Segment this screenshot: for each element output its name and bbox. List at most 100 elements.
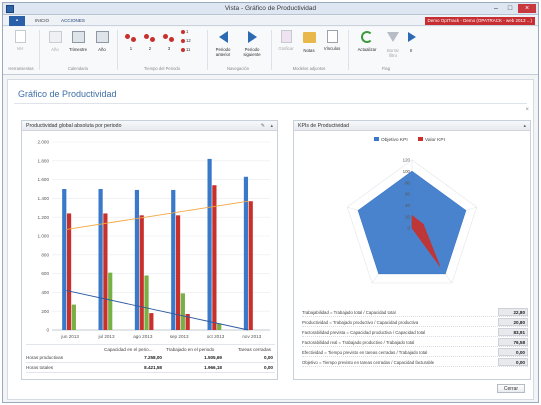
table-cell: 1.505,69	[204, 355, 222, 360]
pin-badges[interactable]: 1 12 11	[181, 29, 197, 58]
ano-label: Año	[98, 47, 106, 52]
x-tick-label: jul 2013	[97, 334, 115, 339]
bar	[243, 176, 249, 330]
notas-button[interactable]: Notas	[300, 30, 318, 53]
page-divider	[14, 103, 527, 104]
borrar-filtro-button[interactable]: Borrar filtro	[383, 30, 403, 58]
actualizar-button[interactable]: Actualizar	[353, 30, 381, 52]
notes-icon	[302, 32, 316, 46]
kpi-row: Efectividad = Tiempo previsto en tareas …	[302, 348, 528, 357]
close-button[interactable]: ×	[518, 4, 536, 13]
bar	[207, 158, 212, 330]
period-3-label: 3	[167, 46, 171, 51]
period-2-button[interactable]: 2	[142, 30, 158, 51]
ano-button[interactable]: Año	[94, 30, 110, 52]
table-header: Trabajado en el periodo	[166, 347, 215, 352]
pin-icon	[181, 39, 185, 43]
kpi-label: Efectividad = Tiempo previsto en tareas …	[302, 350, 428, 355]
document-icon	[13, 30, 27, 44]
table-cell: 7.258,00	[144, 355, 162, 360]
user-badge: Demo OptTrack - Demo (OPATRACK - web 201…	[424, 17, 535, 25]
y-tick-label: 1.800	[38, 158, 50, 163]
group-label-flag: Flag	[381, 66, 391, 71]
legend-swatch	[374, 137, 379, 141]
filter-icon	[386, 32, 400, 46]
panel-title: Productividad global absoluta por period…	[22, 121, 277, 131]
pin-icon	[143, 30, 157, 44]
actualizar-label: Actualizar	[357, 47, 377, 52]
page-close-icon[interactable]: ×	[525, 107, 529, 113]
kpi-row: Trabajabilidad = Trabajado total / Capac…	[302, 308, 528, 317]
trendline	[66, 200, 249, 230]
y-tick-label: 1.000	[38, 234, 50, 239]
bar	[134, 189, 140, 330]
periodo-siguiente-button[interactable]: Periodo siguiente	[239, 30, 265, 57]
panel-title: KPIs de Productividad	[294, 121, 530, 131]
content-page: Gráfico de Productividad × Productividad…	[7, 79, 534, 400]
trimestre-button[interactable]: Trimestre	[66, 30, 90, 52]
kpi-label: Trabajabilidad = Trabajado total / Capac…	[302, 310, 396, 315]
pin-panel-icon[interactable]: ✎	[261, 121, 265, 131]
kpi-value: 83,91	[498, 328, 528, 336]
group-label-modelos: Modelos adjuntos	[292, 66, 326, 71]
r-tick-label: 40	[405, 203, 410, 208]
close-view-button[interactable]: Cerrar	[497, 384, 525, 393]
y-tick-label: 1.600	[38, 177, 50, 182]
window-title: Vista - Gráfico de Productividad	[224, 5, 317, 12]
x-tick-label: nov 2013	[242, 334, 261, 339]
kpi-value: 22,80	[498, 308, 528, 316]
group-label-calendario: Calendario	[67, 66, 89, 71]
bar	[66, 213, 72, 330]
maximize-button[interactable]: □	[504, 4, 516, 13]
notas-label: Notas	[303, 48, 315, 53]
pin-icon	[181, 30, 185, 34]
bar	[139, 215, 144, 330]
r-tick-label: 60	[405, 192, 410, 197]
group-label-navegacion: Navegación	[226, 66, 250, 71]
pin-badge-label: 1	[186, 29, 189, 34]
productivity-panel: Productividad global absoluta por period…	[21, 120, 278, 380]
bar	[71, 304, 76, 330]
bar	[248, 201, 253, 330]
y-tick-label: 800	[41, 252, 49, 257]
y-tick-label: 0	[46, 328, 49, 333]
periodo-siguiente-label: siguiente	[243, 52, 261, 57]
ir-button[interactable]: Ir	[405, 30, 417, 53]
table-header: Tareas cerradas	[238, 347, 271, 352]
tab-inicio[interactable]: INICIO	[35, 17, 49, 25]
period-2-label: 2	[148, 46, 152, 51]
x-tick-label: ago 2013	[133, 334, 153, 339]
y-tick-label: 600	[41, 271, 49, 276]
group-label-herramientas: Herramientas	[8, 66, 34, 71]
group-label-tiempo: Tiempo del Periodo	[143, 66, 181, 71]
graficar-button[interactable]: Graficar	[275, 30, 297, 51]
ano-dim-label: Año	[51, 47, 59, 52]
tab-acciones[interactable]: ACCIONES	[61, 17, 85, 25]
go-arrow-icon	[405, 32, 419, 46]
page-title: Gráfico de Productividad	[18, 89, 117, 99]
bar	[103, 213, 108, 330]
app-window: Vista - Gráfico de Productividad – □ × ▪…	[2, 2, 539, 403]
ver-button[interactable]: Ver	[9, 30, 31, 51]
period-3-button[interactable]: 3	[161, 30, 177, 51]
period-1-button[interactable]: 1	[123, 30, 139, 51]
table-rule	[26, 344, 275, 345]
bar	[108, 272, 113, 330]
table-cell: 1.966,18	[204, 365, 222, 370]
bar	[144, 275, 149, 330]
file-menu-button[interactable]: ▪	[9, 16, 25, 26]
periodo-anterior-button[interactable]: Periodo anterior	[211, 30, 235, 57]
minimize-button[interactable]: –	[490, 4, 502, 13]
group-separator	[348, 30, 349, 70]
bar	[98, 189, 103, 330]
collapse-icon[interactable]: ▴	[270, 121, 273, 131]
trendline	[66, 290, 249, 331]
vinculos-button[interactable]: Vínculos	[321, 30, 343, 51]
calendar-icon	[71, 31, 85, 45]
kpi-value: 20,80	[498, 318, 528, 326]
collapse-icon[interactable]: ▴	[523, 121, 526, 131]
bar-chart: 2.000 1.800 1.600 1.400 1.200 1.000 800 600 400 2…	[38, 140, 270, 339]
title-bar: Vista - Gráfico de Productividad – □ ×	[3, 3, 538, 15]
ano-dim-button[interactable]: Año	[47, 30, 63, 52]
kpi-value: 76,58	[498, 338, 528, 346]
